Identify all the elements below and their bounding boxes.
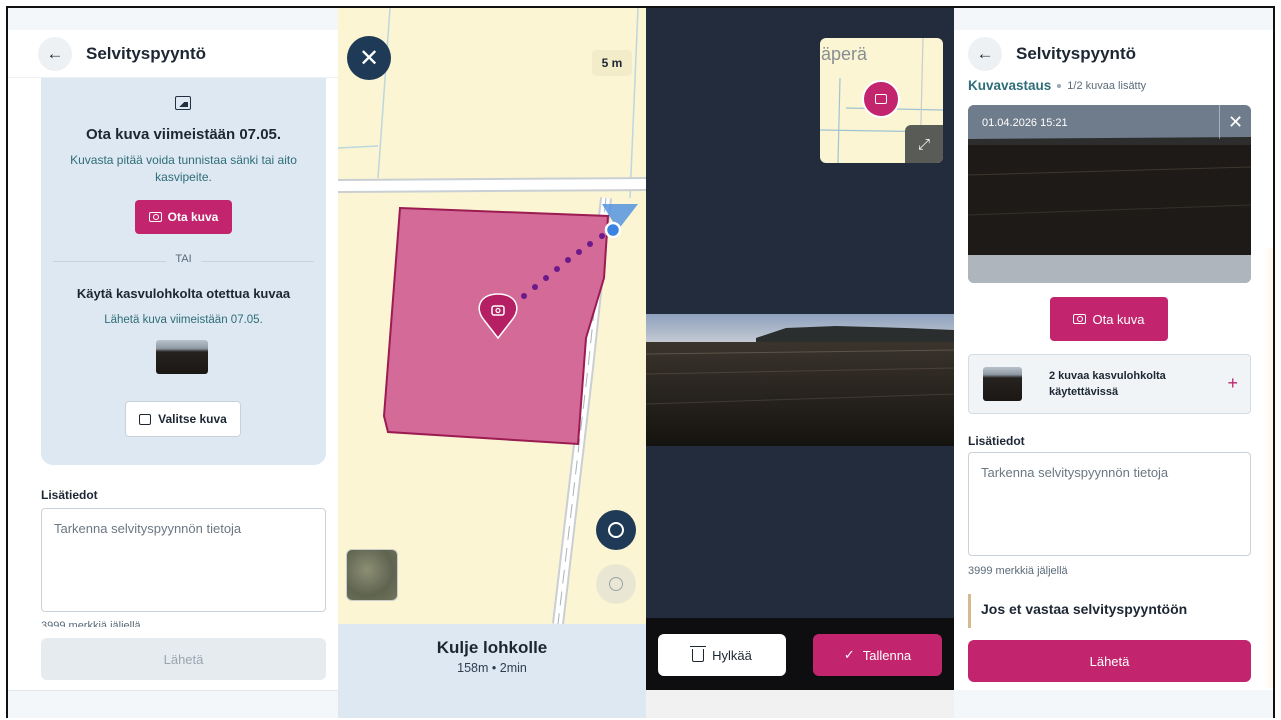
- arrow-left-icon: ←: [976, 44, 994, 63]
- char-counter: 3999 merkkiä jäljellä: [968, 565, 1068, 577]
- photo-deadline-heading: Ota kuva viimeistään 07.05.: [85, 126, 282, 143]
- use-field-photo-heading: Käytä kasvulohkolta otettua kuvaa: [76, 286, 291, 301]
- field-photos-row[interactable]: 2 kuvaa kasvulohkolta käytettävissä +: [968, 354, 1251, 414]
- separator-dot: [1057, 83, 1062, 88]
- app-bar: ← Selvityspyyntö: [8, 30, 338, 78]
- take-photo-label: Ota kuva: [167, 210, 219, 224]
- choose-photo-button[interactable]: Valitse kuva: [125, 401, 241, 437]
- take-photo-button[interactable]: Ota kuva: [1050, 297, 1168, 341]
- trash-icon: [690, 645, 707, 662]
- locate-button[interactable]: [596, 564, 636, 604]
- no-response-callout[interactable]: Jos et vastaa selvityspyyntöön: [968, 594, 1251, 628]
- arrow-left-icon: ←: [46, 43, 64, 63]
- send-button[interactable]: Lähetä: [968, 640, 1251, 682]
- screens-frame: ← Selvityspyyntö Ota kuva viimeistään 07…: [6, 6, 1275, 718]
- send-button-disabled[interactable]: Lähetä: [41, 638, 326, 680]
- plus-icon[interactable]: +: [1227, 373, 1238, 394]
- save-button[interactable]: ✓ Tallenna: [813, 634, 942, 676]
- send-deadline-text: Lähetä kuva viimeistään 07.05.: [104, 314, 263, 326]
- back-button[interactable]: ←: [968, 37, 1002, 71]
- close-icon: ✕: [1227, 111, 1244, 132]
- take-photo-label: Ota kuva: [1092, 311, 1145, 327]
- bottom-bar: [8, 690, 338, 718]
- navigation-map-screen: ✕ 5 m Kulje lohkolle 158m • 2min: [338, 8, 646, 718]
- attached-photo[interactable]: 01.04.2026 15:21 ✕: [968, 105, 1251, 283]
- photo-response-screen: ← Selvityspyyntö Kuvavastaus 1/2 kuvaa l…: [954, 8, 1273, 718]
- details-label: Lisätiedot: [968, 434, 1025, 448]
- image-icon: [175, 96, 191, 110]
- request-form-screen: ← Selvityspyyntö Ota kuva viimeistään 07…: [8, 8, 338, 718]
- field-photos-text: 2 kuvaa kasvulohkolta käytettävissä: [1049, 370, 1166, 398]
- camera-icon: [1073, 314, 1087, 324]
- photo-preview-screen: äperä ⤢ Hylkää ✓ Tallenna: [646, 8, 954, 718]
- photo-requirement-text: Kuvasta pitää voida tunnistaa sänki tai …: [70, 153, 297, 184]
- status-strip: [954, 8, 1273, 30]
- take-photo-button[interactable]: Ota kuva: [135, 200, 232, 234]
- close-icon: ✕: [358, 44, 380, 72]
- photo-instruction-card: Ota kuva viimeistään 07.05. Kuvasta pitä…: [41, 78, 326, 465]
- camera-icon: [148, 212, 162, 222]
- reject-label: Hylkää: [712, 647, 752, 663]
- check-icon: ✓: [843, 647, 855, 662]
- details-textarea[interactable]: Tarkenna selvityspyynnön tietoja: [968, 452, 1251, 556]
- scroll-fade: [8, 627, 338, 637]
- attached-photo-image: [968, 105, 1251, 283]
- scale-indicator: 5 m: [592, 50, 632, 76]
- navigation-sheet: Kulje lohkolle 158m • 2min: [338, 624, 646, 718]
- navigation-distance: 158m • 2min: [457, 661, 527, 675]
- save-label: Tallenna: [862, 647, 912, 663]
- choose-photo-label: Valitse kuva: [158, 412, 227, 426]
- field-photo-thumbnail[interactable]: [156, 340, 208, 374]
- details-label: Lisätiedot: [41, 488, 98, 502]
- mini-map-place-label: äperä: [821, 44, 868, 64]
- edge-decoration: [1263, 248, 1273, 688]
- reject-button[interactable]: Hylkää: [658, 634, 786, 676]
- remove-photo-button[interactable]: ✕: [1219, 105, 1251, 139]
- photo-timestamp: 01.04.2026 15:21: [982, 117, 1068, 129]
- page-title: Selvityspyyntö: [86, 43, 206, 63]
- captured-photo: [646, 314, 954, 446]
- preview-action-bar: Hylkää ✓ Tallenna: [646, 618, 954, 690]
- field-photo-thumbnail: [983, 367, 1022, 401]
- expand-icon[interactable]: ⤢: [905, 125, 943, 163]
- compass-icon: [608, 522, 624, 538]
- or-label: TAI: [166, 253, 201, 265]
- status-strip: [8, 8, 338, 30]
- photo-response-title: Kuvavastaus: [968, 78, 1052, 93]
- bottom-bar: [954, 690, 1273, 718]
- bottom-bar: [646, 690, 954, 718]
- close-button[interactable]: ✕: [347, 36, 391, 80]
- page-title: Selvityspyyntö: [1016, 44, 1136, 63]
- details-textarea[interactable]: Tarkenna selvityspyynnön tietoja: [41, 508, 326, 612]
- back-button[interactable]: ←: [38, 36, 72, 71]
- photo-response-heading: Kuvavastaus 1/2 kuvaa lisätty: [968, 78, 1146, 93]
- satellite-layer-toggle[interactable]: [346, 549, 398, 601]
- navigation-title: Kulje lohkolle: [436, 638, 548, 657]
- mini-map[interactable]: äperä ⤢: [820, 38, 943, 163]
- locate-icon: [609, 577, 623, 591]
- photo-count-status: 1/2 kuvaa lisätty: [1067, 79, 1147, 92]
- app-bar: ← Selvityspyyntö: [954, 30, 1273, 78]
- compass-button[interactable]: [596, 510, 636, 550]
- image-pin-icon: [862, 80, 900, 118]
- image-icon: [139, 413, 152, 425]
